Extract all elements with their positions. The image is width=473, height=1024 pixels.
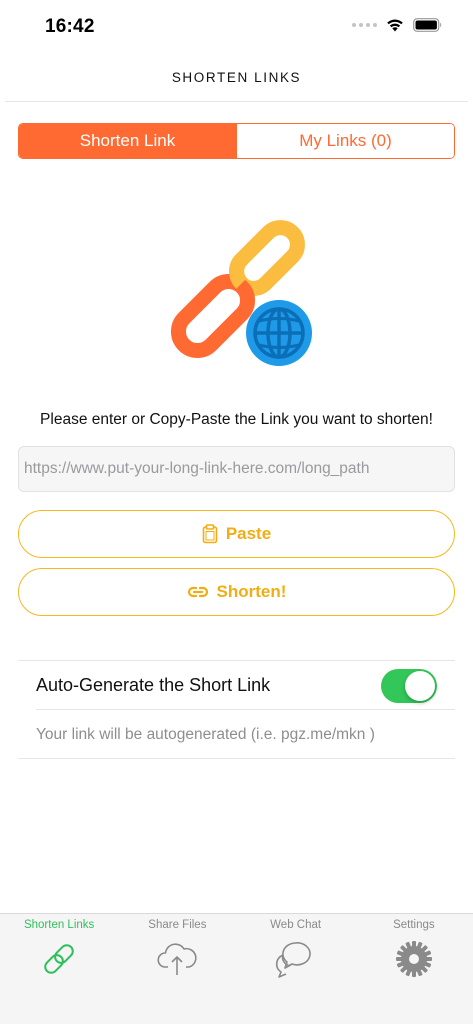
- battery-icon: [413, 18, 442, 32]
- cloud-upload-icon: [157, 943, 198, 975]
- status-bar: 16:42: [0, 0, 473, 56]
- paste-button-label: Paste: [225, 524, 272, 543]
- chat-bubbles-icon: [275, 942, 311, 978]
- page-title: SHORTEN LINKS: [171, 70, 302, 85]
- shorten-button-label: Shorten!: [216, 582, 287, 601]
- link-globe-illustration: [170, 220, 312, 366]
- link-icon: [187, 586, 208, 598]
- paste-button[interactable]: Paste: [18, 510, 455, 558]
- settings-middle-divider: [36, 709, 455, 710]
- settings-top-divider: [18, 660, 455, 661]
- gear-icon: [395, 941, 432, 977]
- tab-shorten-links[interactable]: Shorten Links: [0, 914, 118, 1024]
- wifi-icon: [387, 19, 403, 32]
- clipboard-icon: [202, 524, 218, 544]
- nav-divider: [5, 101, 468, 102]
- tab-label: Settings: [393, 919, 435, 931]
- toggle-knob: [405, 671, 435, 701]
- tab-my-links[interactable]: My Links (0): [236, 124, 454, 158]
- status-icons: [352, 18, 443, 32]
- url-field-container: [18, 446, 455, 492]
- auto-generate-toggle[interactable]: [381, 669, 437, 703]
- long-url-input[interactable]: [24, 460, 449, 478]
- tab-shorten-link[interactable]: Shorten Link: [19, 124, 236, 158]
- tab-label: Web Chat: [270, 919, 322, 931]
- settings-bottom-divider: [18, 758, 455, 759]
- shorten-button[interactable]: Shorten!: [18, 568, 455, 616]
- tab-label: Shorten Links: [23, 919, 95, 931]
- auto-generate-label: Auto-Generate the Short Link: [36, 675, 271, 695]
- tab-bar: Shorten Links Share Files Web Chat Setti…: [0, 913, 473, 1024]
- auto-generate-hint: Your link will be autogenerated (i.e. pg…: [36, 726, 375, 743]
- status-time: 16:42: [45, 16, 95, 37]
- tab-share-files[interactable]: Share Files: [118, 914, 236, 1024]
- segmented-control: Shorten Link My Links (0): [18, 123, 455, 159]
- globe-icon: [246, 300, 312, 366]
- tab-label: Share Files: [148, 919, 207, 931]
- tab-settings[interactable]: Settings: [355, 914, 473, 1024]
- instruction-text: Please enter or Copy-Paste the Link you …: [40, 411, 433, 428]
- tab-web-chat[interactable]: Web Chat: [237, 914, 355, 1024]
- link-icon: [44, 944, 74, 974]
- cellular-signal-icon: [352, 23, 377, 27]
